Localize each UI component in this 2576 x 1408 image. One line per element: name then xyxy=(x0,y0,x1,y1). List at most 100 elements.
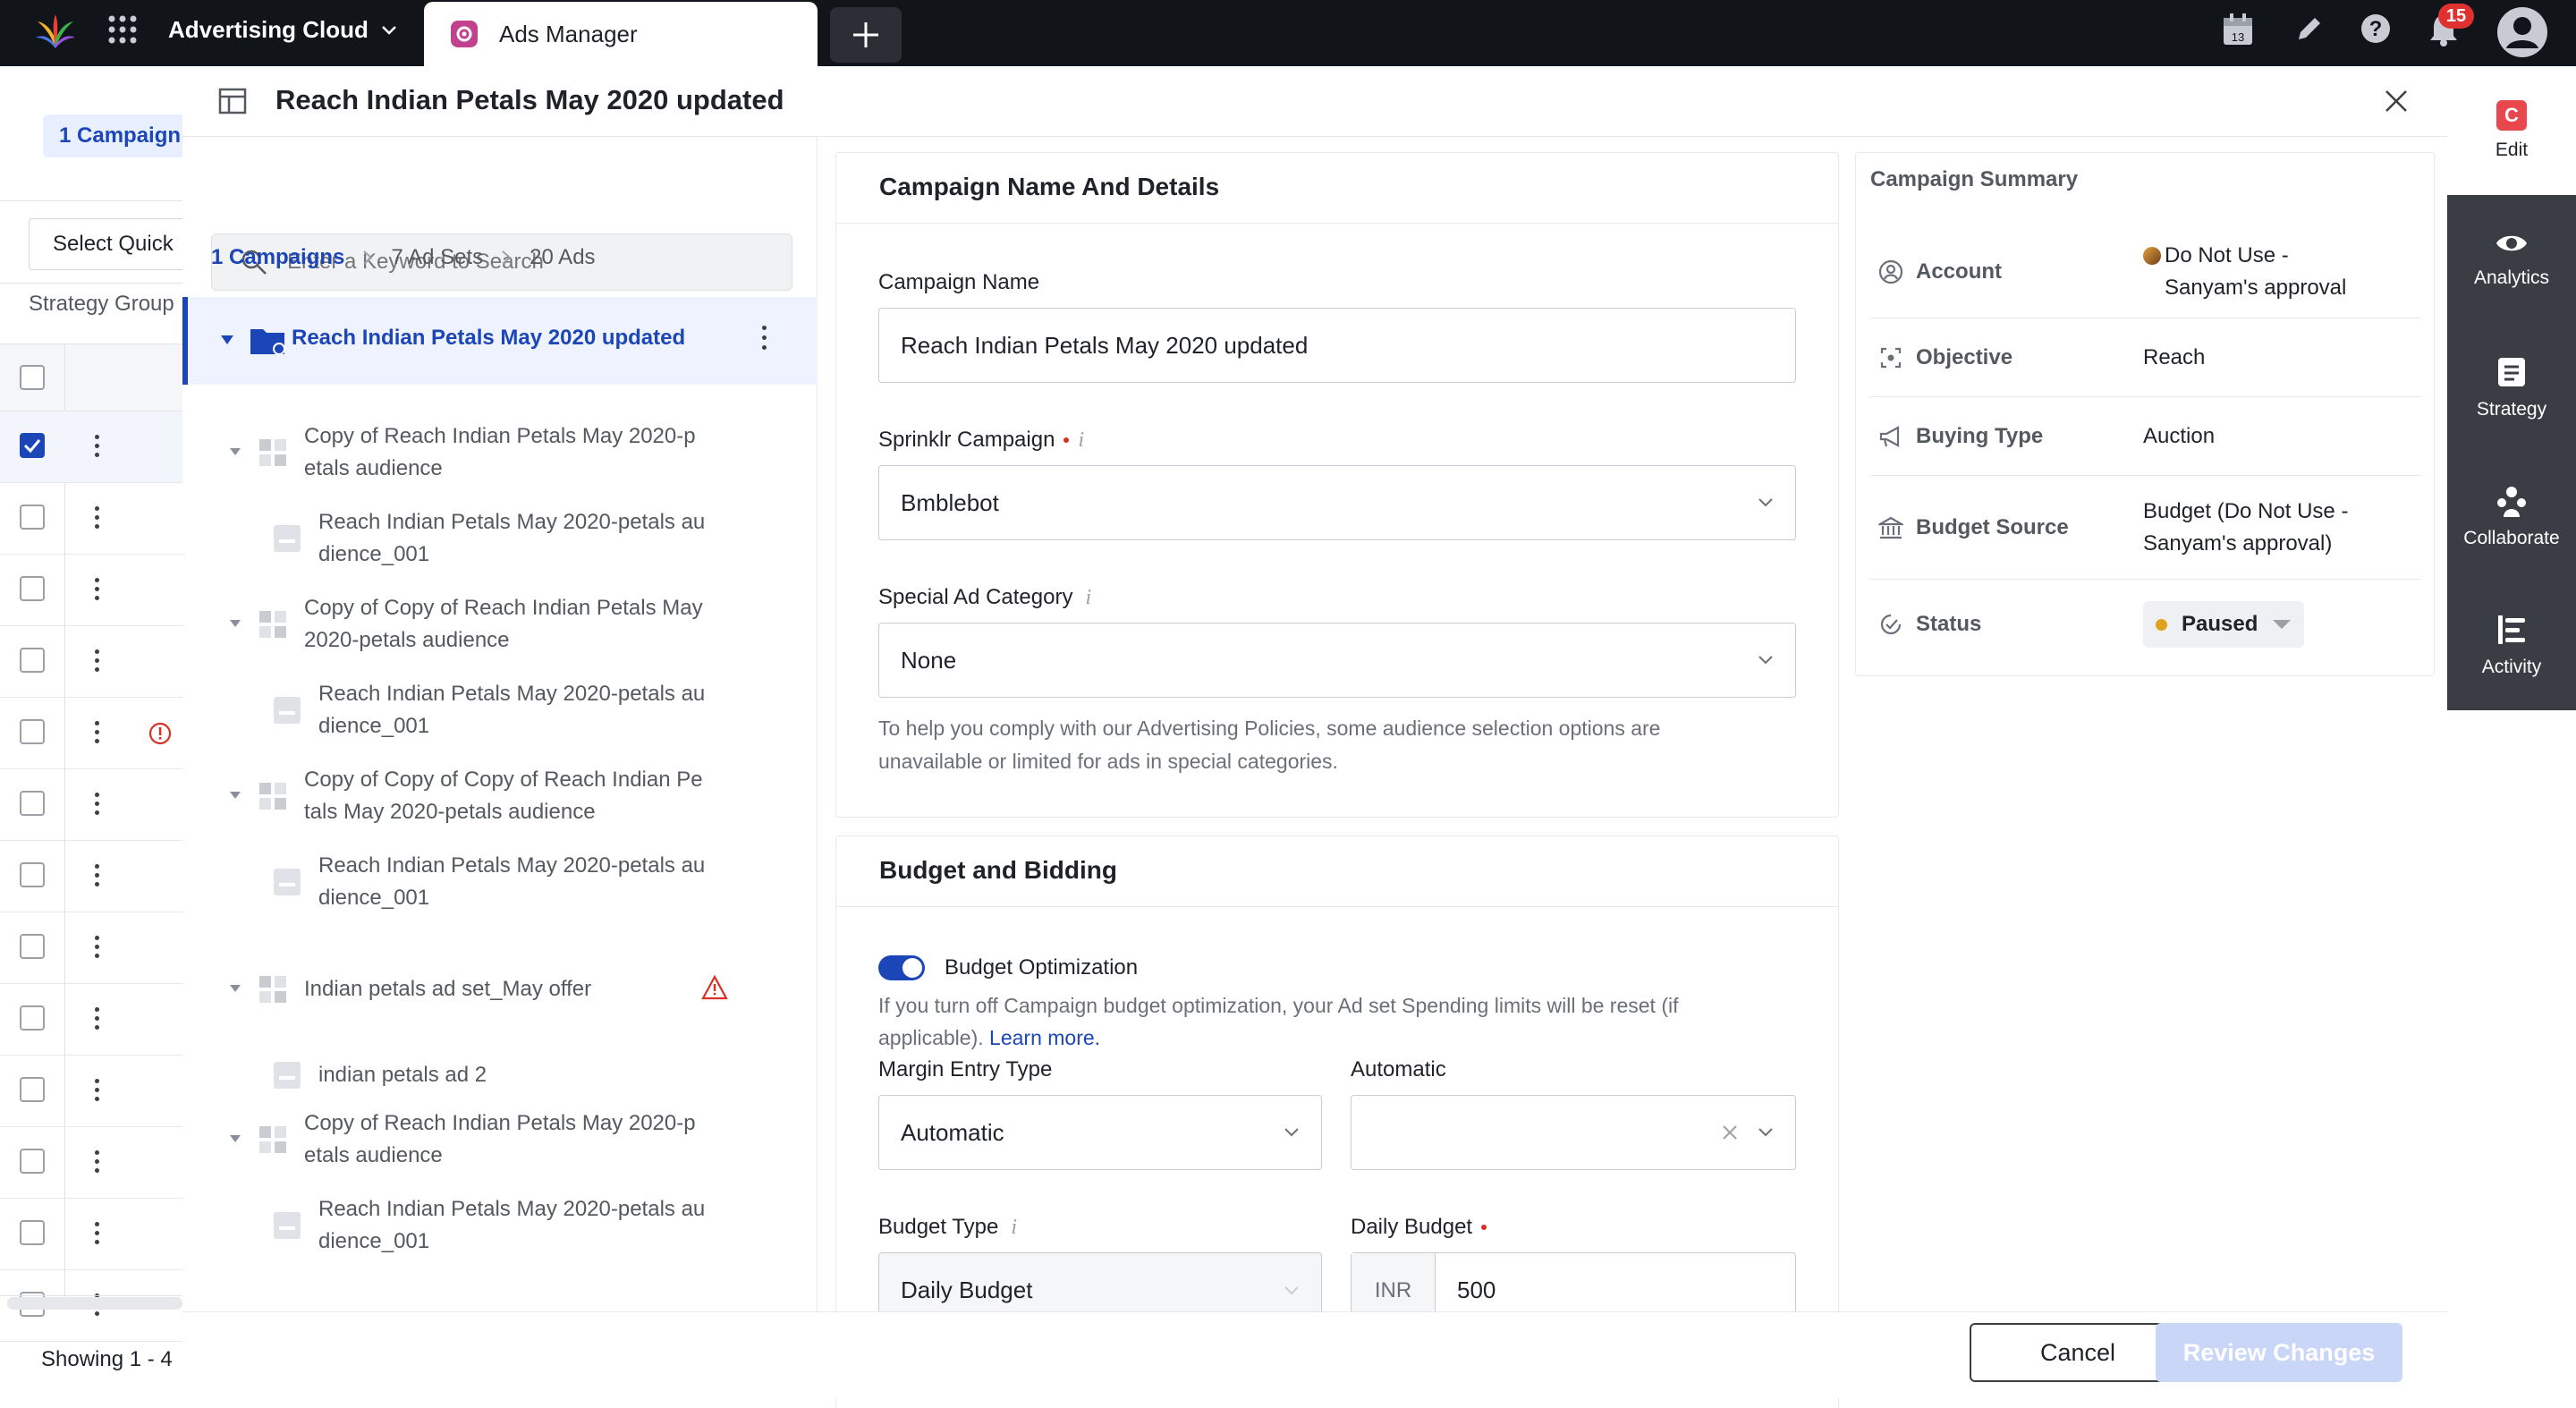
row-checkbox[interactable] xyxy=(20,505,45,530)
sprinklr-logo-icon[interactable] xyxy=(34,13,77,50)
calendar-icon[interactable]: 13 xyxy=(2222,13,2254,47)
select-quick-filter[interactable]: Select Quick xyxy=(29,218,208,270)
adset-icon xyxy=(259,439,286,466)
row-more-icon[interactable] xyxy=(93,864,100,889)
tree-row-ad[interactable]: Reach Indian Petals May 2020-petals au di… xyxy=(182,506,816,571)
row-more-icon[interactable] xyxy=(93,1150,100,1175)
clear-icon[interactable] xyxy=(1722,1124,1738,1141)
edit-rail-button[interactable]: C Edit xyxy=(2447,66,2576,195)
analytics-rail-button[interactable]: Analytics xyxy=(2447,195,2576,324)
row-checkbox[interactable] xyxy=(20,576,45,601)
app-launcher-icon[interactable] xyxy=(107,14,138,45)
new-tab-button[interactable] xyxy=(830,7,902,63)
check-icon xyxy=(23,439,41,454)
margin-entry-type-select[interactable]: Automatic xyxy=(878,1095,1322,1170)
table-row[interactable] xyxy=(0,555,182,626)
close-icon[interactable] xyxy=(2383,88,2410,115)
caret-down-icon xyxy=(230,792,241,799)
row-more-icon[interactable] xyxy=(93,721,100,746)
special-ad-category-select[interactable]: None xyxy=(878,623,1796,698)
info-icon[interactable]: i xyxy=(1085,586,1091,610)
row-more-icon[interactable] xyxy=(93,1222,100,1247)
table-row[interactable] xyxy=(0,483,182,555)
campaign-more-icon[interactable] xyxy=(760,326,767,356)
row-checkbox[interactable] xyxy=(20,719,45,744)
tree-row-campaign-selected[interactable]: Reach Indian Petals May 2020 updated xyxy=(182,297,818,385)
select-all-checkbox[interactable] xyxy=(20,365,45,390)
app-switcher[interactable]: Advertising Cloud xyxy=(168,16,397,44)
review-changes-button[interactable]: Review Changes xyxy=(2156,1323,2402,1382)
row-checkbox[interactable] xyxy=(20,1220,45,1245)
user-avatar-icon[interactable] xyxy=(2496,5,2549,59)
breadcrumb-ads[interactable]: 20 Ads xyxy=(530,245,595,270)
table-row[interactable] xyxy=(0,698,182,769)
info-icon[interactable]: i xyxy=(1011,1216,1017,1240)
warning-icon[interactable] xyxy=(701,975,728,1000)
row-more-icon[interactable] xyxy=(93,506,100,531)
tree-row-adset[interactable]: Copy of Copy of Reach Indian Petals May 2… xyxy=(182,592,816,657)
table-row[interactable] xyxy=(0,411,182,483)
tree-row-adset[interactable]: Indian petals ad set_May offer xyxy=(182,973,816,1005)
row-checkbox[interactable] xyxy=(20,1005,45,1031)
row-more-icon[interactable] xyxy=(93,1079,100,1104)
campaign-name-input[interactable]: Reach Indian Petals May 2020 updated xyxy=(878,308,1796,383)
caret-down-icon xyxy=(230,1135,241,1142)
tree-row-adset[interactable]: Copy of Reach Indian Petals May 2020-p et… xyxy=(182,1107,816,1172)
row-checkbox[interactable] xyxy=(20,934,45,959)
tree-row-label: indian petals ad 2 xyxy=(318,1059,748,1091)
table-row[interactable] xyxy=(0,1056,182,1127)
table-row[interactable] xyxy=(0,769,182,841)
cancel-button[interactable]: Cancel xyxy=(1970,1323,2186,1382)
horizontal-scrollbar[interactable] xyxy=(7,1297,182,1310)
row-more-icon[interactable] xyxy=(93,578,100,603)
row-checkbox[interactable] xyxy=(20,1077,45,1102)
tree-label-line: dience_001 xyxy=(318,886,430,910)
tab-ads-manager[interactable]: Ads Manager xyxy=(424,2,818,66)
tree-row-ad[interactable]: Reach Indian Petals May 2020-petals au di… xyxy=(182,678,816,742)
row-checkbox[interactable] xyxy=(20,1149,45,1174)
help-icon[interactable]: ? xyxy=(2360,13,2392,45)
status-dropdown[interactable]: Paused xyxy=(2143,601,2305,648)
row-checkbox[interactable] xyxy=(20,648,45,673)
tree-row-label: Copy of Copy of Reach Indian Petals May 2… xyxy=(304,592,751,657)
breadcrumb-campaigns[interactable]: 1 Campaigns xyxy=(211,245,344,270)
learn-more-link[interactable]: Learn more. xyxy=(989,1026,1100,1049)
account-avatar xyxy=(2143,247,2161,265)
tree-row-adset[interactable]: Copy of Copy of Copy of Reach Indian Pe t… xyxy=(182,764,816,828)
table-row[interactable] xyxy=(0,984,182,1056)
tree-row-ad[interactable]: Reach Indian Petals May 2020-petals au di… xyxy=(182,850,816,914)
row-more-icon[interactable] xyxy=(93,649,100,674)
table-row[interactable] xyxy=(0,1127,182,1199)
tree-row-adset[interactable]: Copy of Reach Indian Petals May 2020-p et… xyxy=(182,420,816,485)
breadcrumb-adsets[interactable]: 7 Ad Sets xyxy=(391,245,483,270)
edit-pencil-icon[interactable] xyxy=(2293,13,2326,45)
right-action-rail: C Edit Analytics Strategy Collaborate Ac… xyxy=(2447,66,2576,1397)
collaborate-rail-button[interactable]: Collaborate xyxy=(2447,453,2576,581)
summary-value: Do Not Use - Sanyam's approval xyxy=(2165,240,2346,304)
sprinklr-campaign-select[interactable]: Bmblebot xyxy=(878,465,1796,540)
row-checkbox[interactable] xyxy=(20,862,45,887)
tree-row-ad[interactable]: Reach Indian Petals May 2020-petals au di… xyxy=(182,1193,816,1258)
strategy-rail-button[interactable]: Strategy xyxy=(2447,324,2576,453)
row-more-icon[interactable] xyxy=(93,936,100,961)
table-row[interactable] xyxy=(0,626,182,698)
row-more-icon[interactable] xyxy=(93,793,100,818)
info-icon[interactable]: i xyxy=(1078,428,1084,453)
row-checkbox[interactable] xyxy=(20,433,45,458)
row-more-icon[interactable] xyxy=(93,1007,100,1032)
tree-row-label: Reach Indian Petals May 2020-petals au di… xyxy=(318,678,748,742)
automatic-select[interactable] xyxy=(1351,1095,1796,1170)
error-icon[interactable] xyxy=(148,722,172,745)
row-more-icon[interactable] xyxy=(93,435,100,460)
activity-rail-button[interactable]: Activity xyxy=(2447,581,2576,710)
ad-icon xyxy=(274,1062,301,1089)
tree-row-label: Copy of Copy of Copy of Reach Indian Pe t… xyxy=(304,764,751,828)
table-row[interactable] xyxy=(0,841,182,912)
table-row[interactable] xyxy=(0,1199,182,1270)
campaign-count-chip[interactable]: 1 Campaign xyxy=(43,115,198,157)
panel-layout-icon[interactable] xyxy=(218,88,247,115)
table-row[interactable] xyxy=(0,912,182,984)
row-checkbox[interactable] xyxy=(20,791,45,816)
tree-row-ad[interactable]: indian petals ad 2 xyxy=(182,1059,816,1091)
budget-optimization-toggle[interactable] xyxy=(878,955,925,980)
